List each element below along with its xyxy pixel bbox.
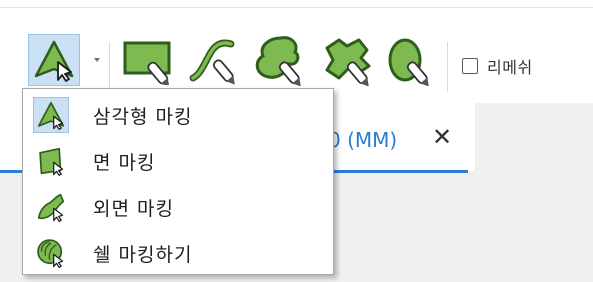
- face-marking-button[interactable]: [120, 34, 178, 86]
- menu-item-label: 면 마킹: [93, 151, 156, 174]
- close-icon[interactable]: ✕: [432, 125, 452, 149]
- remesh-checkbox-box[interactable]: [462, 58, 478, 74]
- triangle-marking-button[interactable]: [28, 34, 80, 86]
- triangle-marking-icon: [33, 97, 69, 133]
- region-marking-icon: [255, 36, 301, 86]
- region-marking-button[interactable]: [250, 34, 308, 86]
- shell-marking-icon: [33, 235, 69, 271]
- shell-face-icon: [388, 38, 429, 86]
- tab-title[interactable]: 0 (MM): [328, 128, 397, 152]
- shell-face-button[interactable]: [382, 34, 436, 86]
- menu-item-outer-face-marking[interactable]: 외면 마킹: [33, 187, 323, 227]
- curve-marking-icon: [189, 39, 235, 85]
- face-marking-icon: [123, 41, 171, 85]
- toolbar-separator: [109, 42, 110, 92]
- triangle-marking-icon: [34, 40, 74, 82]
- menu-item-triangle-marking[interactable]: 삼각형 마킹: [33, 95, 323, 135]
- face-marking-icon: [33, 143, 69, 179]
- remesh-label: 리메쉬: [487, 58, 533, 77]
- chevron-down-icon[interactable]: [94, 58, 100, 62]
- menu-item-label: 외면 마킹: [93, 197, 174, 220]
- curve-marking-button[interactable]: [186, 34, 242, 86]
- toolbar-separator: [447, 42, 448, 92]
- marking-dropdown-menu: 삼각형 마킹 면 마킹 외면 마킹 쉘 마킹하기: [22, 88, 334, 275]
- outer-face-marking-icon: [33, 189, 69, 225]
- menu-item-label: 삼각형 마킹: [93, 105, 193, 128]
- menu-item-shell-marking[interactable]: 쉘 마킹하기: [33, 233, 323, 273]
- freeform-region-button[interactable]: [316, 34, 376, 86]
- freeform-region-icon: [325, 38, 371, 86]
- remesh-checkbox[interactable]: 리메쉬: [462, 54, 533, 78]
- menu-item-face-marking[interactable]: 면 마킹: [33, 141, 323, 181]
- menu-item-label: 쉘 마킹하기: [93, 243, 193, 266]
